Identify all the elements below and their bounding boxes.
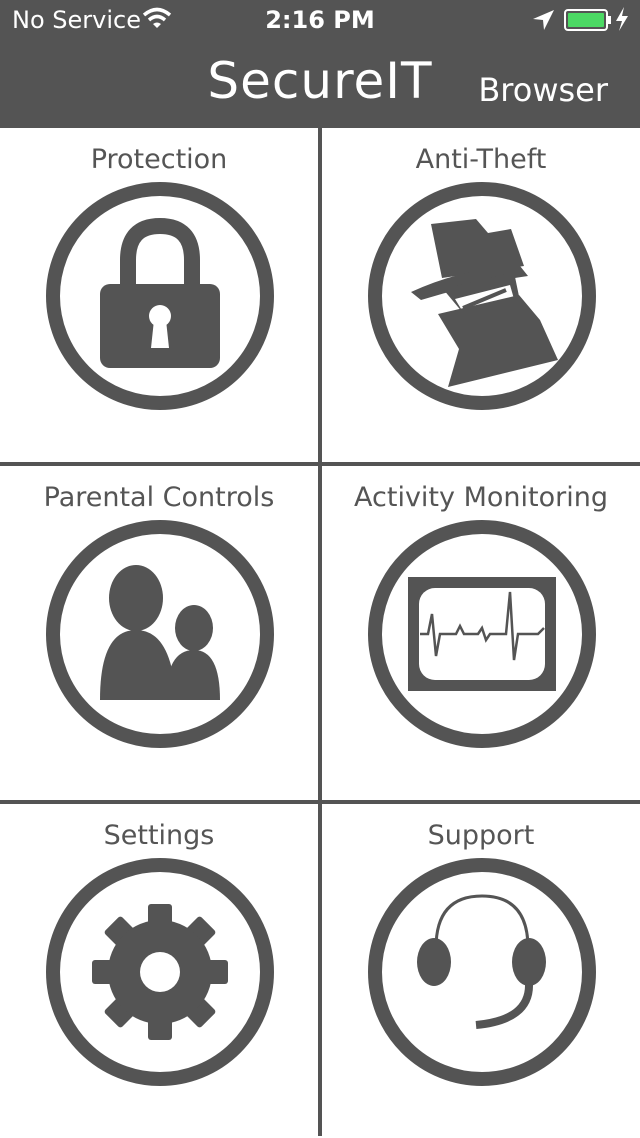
- support-label: Support: [427, 820, 535, 851]
- feature-grid: Protection Anti-Theft Parental Controls: [0, 128, 640, 1138]
- anti-theft-tile[interactable]: Anti-Theft: [322, 128, 640, 462]
- protection-label: Protection: [90, 144, 228, 175]
- vertical-divider: [318, 128, 322, 1136]
- parental-controls-tile[interactable]: Parental Controls: [0, 466, 318, 800]
- protection-tile[interactable]: Protection: [0, 128, 318, 462]
- charging-bolt-icon: [616, 7, 628, 31]
- spy-icon: [368, 182, 596, 410]
- settings-label: Settings: [103, 820, 215, 851]
- headset-icon: [368, 858, 596, 1086]
- status-bar: No Service 2:16 PM: [0, 0, 640, 40]
- row-divider-1: [0, 462, 640, 466]
- parental-controls-label: Parental Controls: [43, 482, 275, 513]
- browser-button[interactable]: Browser: [478, 70, 608, 110]
- battery-icon: [564, 9, 611, 31]
- location-arrow-icon: [533, 10, 554, 30]
- anti-theft-label: Anti-Theft: [415, 144, 547, 175]
- parent-child-icon: [46, 520, 274, 748]
- navigation-bar: SecureIT Browser: [0, 40, 640, 128]
- gear-icon: [46, 858, 274, 1086]
- row-divider-2: [0, 800, 640, 804]
- activity-monitoring-tile[interactable]: Activity Monitoring: [322, 466, 640, 800]
- settings-tile[interactable]: Settings: [0, 804, 318, 1138]
- padlock-icon: [46, 182, 274, 410]
- heartbeat-monitor-icon: [368, 520, 596, 748]
- activity-monitoring-label: Activity Monitoring: [354, 482, 608, 513]
- support-tile[interactable]: Support: [322, 804, 640, 1138]
